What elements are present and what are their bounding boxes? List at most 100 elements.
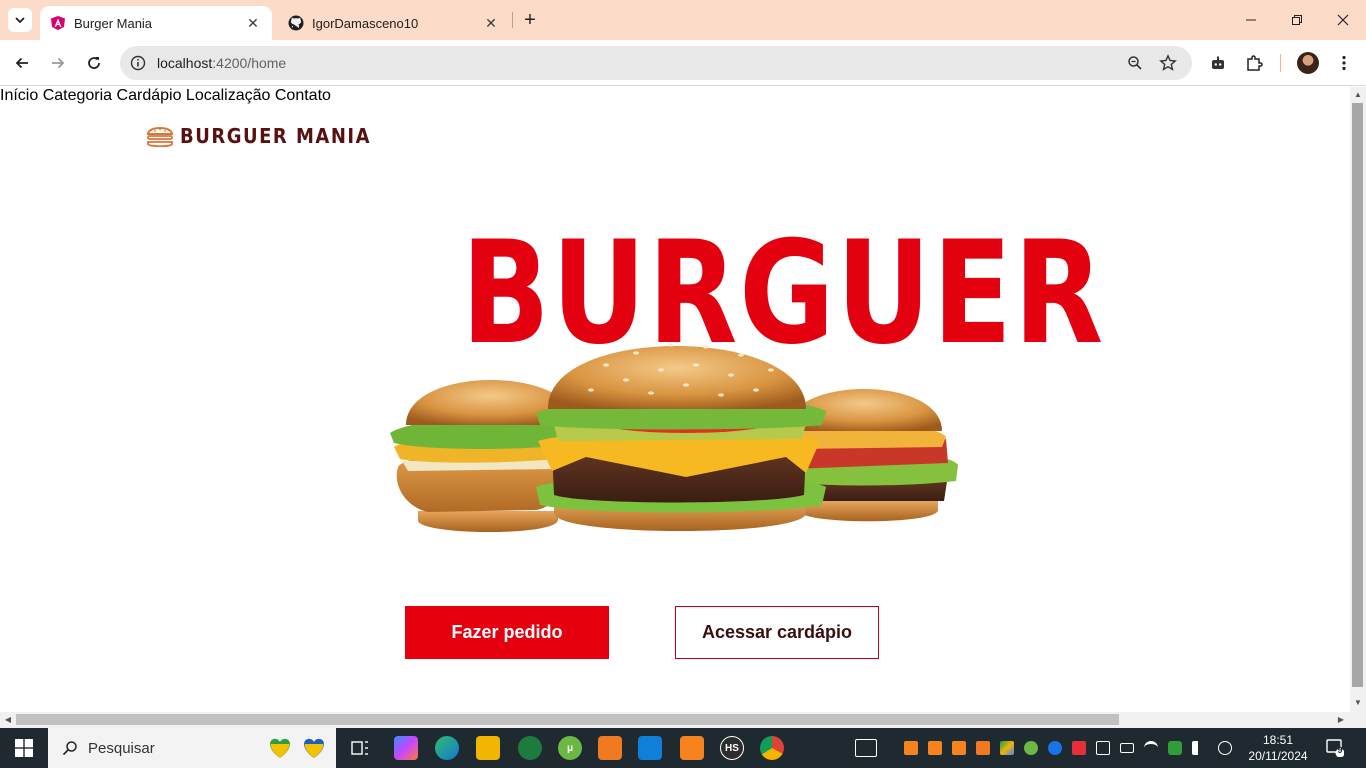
xampp-icon[interactable] — [680, 736, 704, 760]
taskbar-search[interactable]: Pesquisar — [48, 728, 336, 768]
chrome-icon[interactable] — [760, 736, 784, 760]
bluetooth-icon[interactable] — [1048, 741, 1062, 755]
browser-toolbar: localhost:4200/home — [0, 40, 1366, 86]
meet-now-icon[interactable] — [1096, 741, 1110, 755]
hero-banner: BURGUER — [386, 223, 1103, 545]
copilot-icon[interactable] — [394, 736, 418, 760]
minimize-button[interactable] — [1228, 0, 1274, 40]
github-icon — [288, 15, 304, 31]
address-bar[interactable]: localhost:4200/home — [120, 46, 1192, 80]
tab-burger-mania[interactable]: Burger Mania ✕ — [40, 6, 272, 40]
tab-github[interactable]: IgorDamasceno10 ✕ — [278, 6, 510, 40]
volume-muted-icon[interactable] — [1192, 741, 1206, 755]
scrollbar-corner — [1350, 712, 1366, 728]
close-tab-icon[interactable]: ✕ — [482, 14, 500, 32]
angular-icon — [50, 15, 66, 31]
arrow-right-icon — [52, 57, 65, 69]
url-text[interactable]: localhost:4200/home — [157, 55, 286, 71]
search-icon — [62, 741, 77, 756]
toolbar-separator — [1280, 54, 1281, 72]
nav-cardapio[interactable]: Cardápio — [117, 87, 182, 104]
windows-taskbar: Pesquisar μ HS 18:51 20/11/2024 9 — [0, 728, 1366, 768]
nav-localizacao[interactable]: Localização — [186, 87, 271, 104]
burgers-illustration — [390, 343, 958, 533]
menu-button[interactable] — [1332, 51, 1356, 75]
main-nav: Início Categoria Cardápio Localização Co… — [0, 87, 1350, 105]
windows-icon — [15, 739, 33, 757]
forward-button[interactable] — [46, 51, 70, 75]
battery-icon[interactable] — [1120, 743, 1134, 753]
page-viewport: BURGUER MANIA Início Categoria Cardápio … — [0, 87, 1350, 712]
scroll-down-icon[interactable]: ▼ — [1353, 698, 1363, 708]
start-button[interactable] — [0, 728, 48, 768]
robot-icon — [1212, 56, 1224, 69]
wifi-icon[interactable] — [1144, 741, 1158, 755]
nav-categoria[interactable]: Categoria — [43, 87, 112, 104]
security-icon[interactable] — [1168, 741, 1182, 755]
close-icon — [1337, 14, 1349, 26]
horizontal-scroll-thumb[interactable] — [16, 714, 1119, 725]
tray-xampp-icon[interactable] — [904, 741, 918, 755]
tray-app-icon[interactable] — [976, 741, 990, 755]
clock-date: 20/11/2024 — [1248, 749, 1308, 763]
nav-contato[interactable]: Contato — [275, 87, 331, 104]
reload-button[interactable] — [82, 51, 106, 75]
order-button[interactable]: Fazer pedido — [405, 606, 609, 659]
notification-count: 9 — [1337, 745, 1343, 755]
hs-app-icon[interactable]: HS — [720, 736, 744, 760]
file-explorer-icon[interactable] — [476, 736, 500, 760]
scroll-left-icon[interactable]: ◀ — [3, 715, 13, 725]
close-tab-icon[interactable]: ✕ — [244, 14, 262, 32]
system-clock[interactable]: 18:51 20/11/2024 — [1240, 732, 1316, 764]
assistant-button[interactable] — [1206, 51, 1230, 75]
minimize-icon — [1246, 19, 1256, 21]
restore-button[interactable] — [1274, 0, 1320, 40]
tab-strip: Burger Mania ✕ IgorDamasceno10 ✕ + — [0, 0, 1366, 40]
search-placeholder: Pesquisar — [88, 739, 155, 757]
reload-icon — [88, 57, 100, 69]
tray-utorrent-icon[interactable] — [1024, 741, 1038, 755]
puzzle-icon — [1247, 55, 1263, 71]
horizontal-scrollbar[interactable]: ◀ ▶ — [0, 712, 1350, 728]
vertical-scrollbar[interactable]: ▲ ▼ — [1350, 87, 1366, 712]
cheese-burger — [536, 343, 826, 531]
zoom-icon[interactable] — [1125, 53, 1145, 73]
vertical-scroll-thumb[interactable] — [1352, 103, 1363, 687]
tray-xampp2-icon[interactable] — [928, 741, 942, 755]
menu-access-button[interactable]: Acessar cardápio — [675, 606, 879, 659]
profile-avatar[interactable] — [1297, 52, 1319, 74]
utorrent-icon[interactable]: μ — [558, 736, 582, 760]
tab-search-button[interactable] — [8, 8, 32, 32]
brazil-app-icon[interactable] — [518, 736, 542, 760]
url-host: localhost — [157, 55, 213, 71]
extensions-button[interactable] — [1242, 51, 1266, 75]
task-view-icon[interactable] — [348, 736, 372, 760]
hearts-decoration-icon — [270, 738, 324, 758]
site-info-icon[interactable] — [128, 53, 148, 73]
vscode-icon[interactable] — [638, 736, 662, 760]
chevron-down-icon — [15, 17, 25, 24]
burger-logo-icon — [146, 127, 174, 148]
notifications-button[interactable]: 9 — [1326, 739, 1345, 758]
close-window-button[interactable] — [1320, 0, 1366, 40]
google-drive-icon[interactable] — [1000, 741, 1014, 755]
tab-separator — [512, 12, 513, 28]
scroll-up-icon[interactable]: ▲ — [1353, 90, 1363, 100]
new-tab-button[interactable]: + — [519, 9, 541, 31]
scroll-right-icon[interactable]: ▶ — [1336, 715, 1346, 725]
tray-xampp3-icon[interactable] — [952, 741, 966, 755]
clock-time: 18:51 — [1262, 733, 1294, 747]
nav-inicio[interactable]: Início — [0, 87, 38, 104]
news-widget-icon[interactable] — [855, 739, 877, 757]
pen-icon[interactable] — [1218, 741, 1232, 755]
arrow-left-icon — [15, 57, 28, 69]
bookmark-star-icon[interactable] — [1158, 53, 1178, 73]
back-button[interactable] — [10, 51, 34, 75]
tray-red-app-icon[interactable] — [1072, 741, 1086, 755]
url-path: :4200/home — [212, 55, 287, 71]
tab-title: IgorDamasceno10 — [312, 15, 419, 31]
edge-icon[interactable] — [435, 736, 459, 760]
site-logo[interactable]: BURGUER MANIA — [146, 123, 371, 149]
restore-icon — [1292, 15, 1302, 25]
app-orange-icon[interactable] — [598, 736, 622, 760]
